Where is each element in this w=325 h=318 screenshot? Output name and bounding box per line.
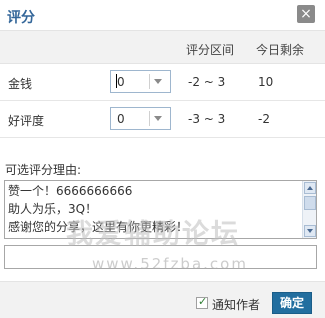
reason-option[interactable]: 助人为乐，3Q！ xyxy=(8,201,97,217)
reputation-score-select[interactable]: 0 xyxy=(110,107,171,130)
select-divider xyxy=(149,74,150,89)
remaining-value: -2 xyxy=(258,112,270,126)
dialog-title: 评分 xyxy=(7,10,35,26)
select-divider xyxy=(149,111,150,126)
custom-reason-input[interactable] xyxy=(4,245,317,269)
range-value: -3 ~ 3 xyxy=(188,112,226,126)
confirm-button[interactable]: 确定 xyxy=(272,292,312,314)
reason-option[interactable]: 感谢您的分享，这里有你更精彩！ xyxy=(8,219,188,235)
range-value: -2 ~ 3 xyxy=(188,75,226,89)
close-icon: × xyxy=(300,6,312,22)
money-score-select[interactable]: 0 xyxy=(110,70,171,93)
chevron-down-icon xyxy=(154,116,162,121)
close-button[interactable]: × xyxy=(297,5,315,23)
dialog-footer: ✓ 通知作者 确定 xyxy=(0,281,325,318)
select-value: 0 xyxy=(117,112,125,126)
chevron-down-icon xyxy=(154,79,162,84)
select-value: 0 xyxy=(117,75,125,89)
reason-scrollbar[interactable] xyxy=(302,181,316,238)
reason-label: 可选评分理由: xyxy=(5,163,82,177)
table-row-money: 金钱 0 -2 ~ 3 10 xyxy=(0,64,325,101)
table-row-reputation: 好评度 0 -3 ~ 3 -2 xyxy=(0,101,325,138)
check-icon: ✓ xyxy=(198,295,208,308)
scroll-thumb[interactable] xyxy=(304,196,316,210)
table-header: 评分区间 今日剩余 xyxy=(0,30,325,64)
dialog-titlebar: 评分 × xyxy=(0,0,325,30)
reason-option[interactable]: 赞一个！6666666666 xyxy=(8,183,132,199)
row-label: 金钱 xyxy=(8,77,33,91)
row-label: 好评度 xyxy=(8,114,45,128)
notify-author-label: 通知作者 xyxy=(212,298,261,312)
notify-author-checkbox[interactable]: ✓ xyxy=(196,295,208,309)
scroll-up-arrow-icon[interactable] xyxy=(304,182,316,194)
header-remaining: 今日剩余 xyxy=(256,43,305,57)
reason-listbox[interactable]: 赞一个！6666666666 助人为乐，3Q！ 感谢您的分享，这里有你更精彩！ xyxy=(4,180,317,239)
scroll-down-arrow-icon[interactable] xyxy=(304,225,316,237)
remaining-value: 10 xyxy=(258,75,274,89)
header-range: 评分区间 xyxy=(186,43,235,57)
